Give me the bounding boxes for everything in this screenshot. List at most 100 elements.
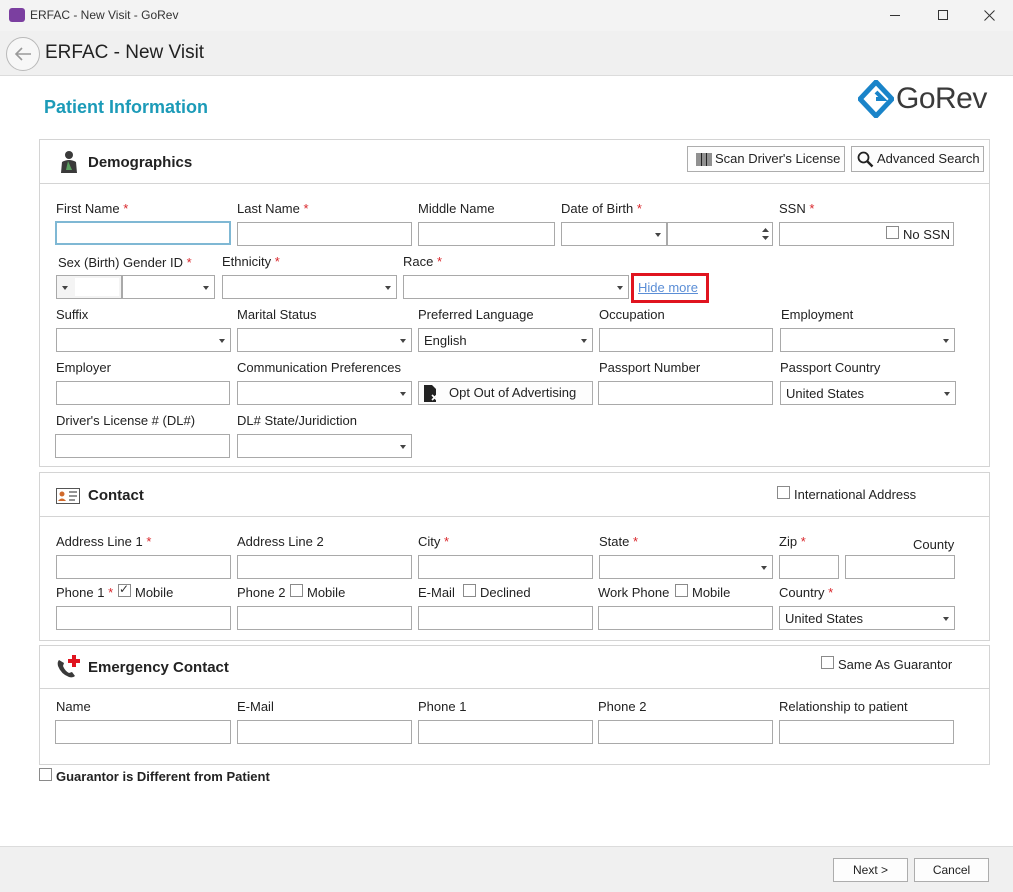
emergency-phone1-label: Phone 1 [418,699,467,714]
emergency-phone1-input[interactable] [418,720,593,744]
contact-card-icon [56,488,80,504]
employer-label: Employer [56,360,111,375]
ethnicity-label: Ethnicity * [222,254,280,269]
employment-label: Employment [781,307,854,322]
back-button[interactable] [6,37,40,71]
gender-id-dropdown[interactable] [122,275,215,299]
spinner-arrows-icon [762,228,769,240]
employer-input[interactable] [56,381,230,405]
email-declined-checkbox[interactable] [463,584,476,597]
middle-name-label: Middle Name [418,201,495,216]
marital-status-dropdown[interactable] [237,328,412,352]
passport-number-input[interactable] [598,381,773,405]
marital-status-label: Marital Status [237,307,317,322]
phone2-mobile-checkbox[interactable] [290,584,303,597]
email-input[interactable] [418,606,593,630]
phone-emergency-icon [57,655,80,678]
close-window-button[interactable] [966,0,1012,30]
state-dropdown[interactable] [599,555,773,579]
maximize-button[interactable] [920,0,966,30]
next-button[interactable]: Next > [833,858,908,882]
preferred-language-label: Preferred Language [418,307,534,322]
phone2-label: Phone 2 [237,585,286,600]
country-dropdown[interactable]: United States [779,606,955,630]
cancel-button[interactable]: Cancel [914,858,989,882]
dl-state-label: DL# State/Juridiction [237,413,357,428]
relationship-input[interactable] [779,720,954,744]
race-label: Race * [403,254,443,269]
emergency-phone2-input[interactable] [598,720,773,744]
hide-more-link[interactable]: Hide more [638,280,698,295]
phone2-input[interactable] [237,606,412,630]
contact-header: Contact International Address [40,473,989,517]
drivers-license-input[interactable] [55,434,230,458]
close-icon [984,10,995,21]
work-phone-input[interactable] [598,606,773,630]
communication-preferences-dropdown[interactable] [237,381,412,405]
title-bar: ERFAC - New Visit - GoRev [0,0,1013,31]
scan-drivers-license-button[interactable]: Scan Driver's License [687,146,845,172]
city-input[interactable] [418,555,593,579]
demographics-title: Demographics [88,154,193,171]
email-label: E-Mail [418,585,455,600]
phone1-input[interactable] [56,606,231,630]
same-as-guarantor-checkbox[interactable] [821,656,834,669]
search-icon [857,151,874,168]
work-phone-mobile-checkbox[interactable] [675,584,688,597]
guarantor-different-label: Guarantor is Different from Patient [56,769,270,784]
page-title: ERFAC - New Visit [45,42,205,63]
drivers-license-label: Driver's License # (DL#) [56,413,196,428]
page-header: ERFAC - New Visit [0,31,1013,76]
phone2-mobile-label: Mobile [307,585,346,600]
minimize-button[interactable] [872,0,918,30]
passport-country-dropdown[interactable]: United States [780,381,956,405]
ethnicity-dropdown[interactable] [222,275,397,299]
address1-input[interactable] [56,555,231,579]
gorev-logo: GoRev [858,80,993,120]
dob-label: Date of Birth * [561,201,642,216]
employment-dropdown[interactable] [780,328,955,352]
contact-title: Contact [88,487,144,504]
address1-label: Address Line 1 * [56,534,152,549]
dob-date-dropdown[interactable] [561,222,667,246]
sex-gender-label: Sex (Birth) Gender ID * [58,255,192,270]
advanced-search-button[interactable]: Advanced Search [851,146,984,172]
maximize-icon [938,10,948,20]
zip-label: Zip * [779,534,806,549]
middle-name-input[interactable] [418,222,555,246]
emergency-contact-title: Emergency Contact [88,659,229,676]
ssn-label: SSN * [779,201,815,216]
suffix-dropdown[interactable] [56,328,231,352]
opt-out-advertising-button[interactable]: Opt Out of Advertising [418,381,593,405]
emergency-name-input[interactable] [55,720,231,744]
occupation-label: Occupation [599,307,665,322]
dob-time-spinner[interactable] [667,222,773,246]
first-name-input[interactable] [55,221,231,245]
phone1-mobile-checkbox[interactable] [118,582,131,597]
email-declined-label: Declined [480,585,531,600]
guarantor-different-checkbox[interactable] [39,768,52,781]
race-dropdown[interactable] [403,275,629,299]
phone1-mobile-label: Mobile [135,585,174,600]
no-ssn-checkbox[interactable] [886,226,899,239]
document-block-icon [424,385,438,402]
county-input[interactable] [845,555,955,579]
demographics-header: Demographics Scan Driver's License Advan… [40,140,989,184]
passport-country-label: Passport Country [780,360,881,375]
county-label: County [913,537,955,552]
preferred-language-dropdown[interactable]: English [418,328,593,352]
gorev-logo-mark [858,80,894,118]
zip-input[interactable] [779,555,839,579]
gorev-app-icon [9,8,25,22]
window-title: ERFAC - New Visit - GoRev [30,8,179,22]
sex-birth-dropdown[interactable] [56,275,122,299]
communication-preferences-label: Communication Preferences [237,360,402,375]
international-address-checkbox[interactable] [777,486,790,499]
last-name-input[interactable] [237,222,412,246]
occupation-input[interactable] [599,328,773,352]
state-label: State * [599,534,639,549]
back-arrow-icon [14,47,31,61]
address2-input[interactable] [237,555,412,579]
emergency-email-input[interactable] [237,720,412,744]
dl-state-dropdown[interactable] [237,434,412,458]
